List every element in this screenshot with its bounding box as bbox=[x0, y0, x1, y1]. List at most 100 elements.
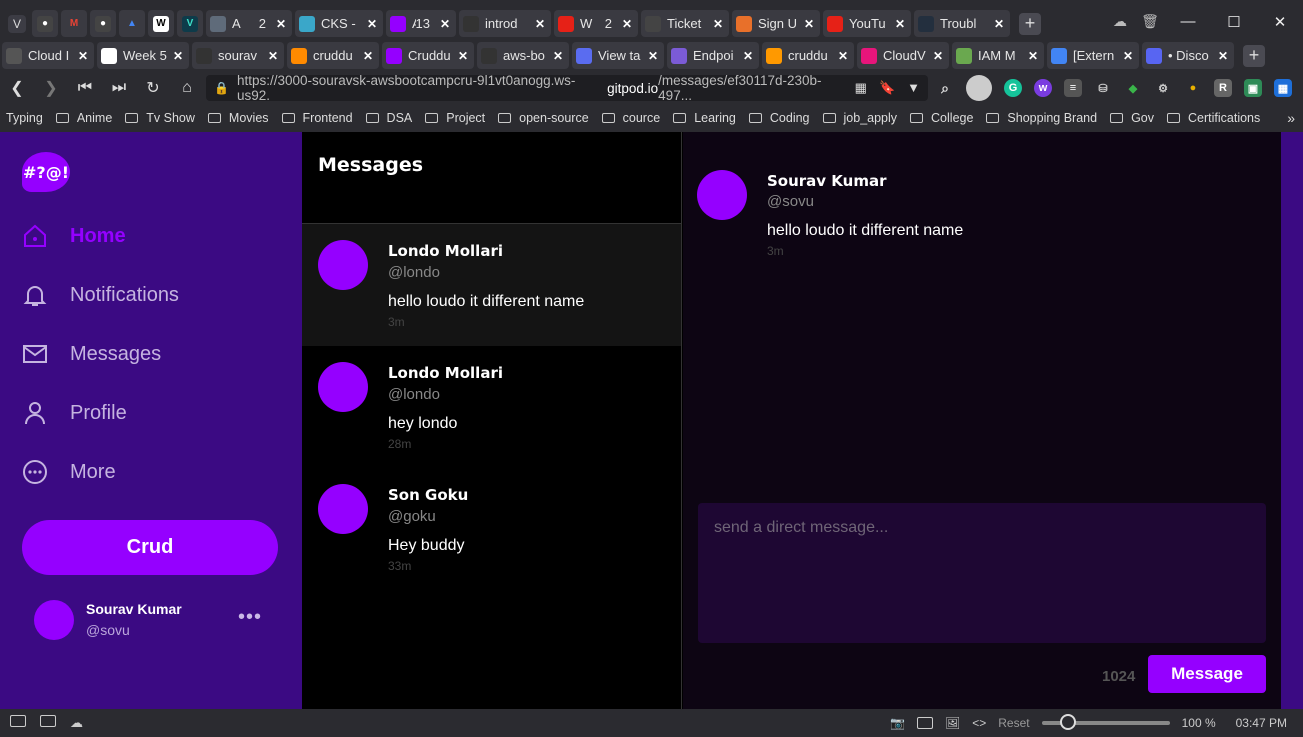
close-tab-icon[interactable]: ✕ bbox=[361, 49, 375, 63]
w-extension-icon[interactable]: w bbox=[1034, 79, 1052, 97]
reload-icon[interactable]: ↻ bbox=[136, 78, 170, 98]
browser-tab[interactable]: Troubl ✕ bbox=[914, 10, 1010, 37]
bookmark-item[interactable]: Coding bbox=[748, 111, 810, 125]
conversation-item[interactable]: Londo Mollari @londo hey londo 28m bbox=[302, 346, 681, 468]
message-author-name[interactable]: Sourav Kumar bbox=[767, 172, 887, 190]
rewind-icon[interactable]: ⏮ bbox=[68, 79, 102, 97]
close-tab-icon[interactable]: ✕ bbox=[1121, 49, 1135, 63]
bookmark-item[interactable]: Tv Show bbox=[125, 111, 195, 125]
new-tab-button[interactable]: + bbox=[1019, 12, 1041, 35]
browser-tab[interactable]: View ta ✕ bbox=[572, 42, 664, 69]
current-user-card[interactable]: Sourav Kumar @sovu ••• bbox=[34, 598, 284, 640]
send-message-button[interactable]: Message bbox=[1148, 655, 1266, 693]
bookmark-item[interactable]: Gov bbox=[1110, 111, 1154, 125]
camera-icon[interactable]: 📷 bbox=[890, 716, 905, 730]
close-tab-icon[interactable]: ✕ bbox=[893, 17, 907, 31]
close-tab-icon[interactable]: ✕ bbox=[931, 49, 945, 63]
nav-notifications[interactable]: Notifications bbox=[22, 277, 179, 313]
chrome-extension-icon[interactable]: ● bbox=[1184, 79, 1202, 97]
bookmark-item[interactable]: Anime bbox=[55, 111, 112, 125]
browser-tab[interactable]: A 2 ✕ bbox=[206, 10, 292, 37]
close-tab-icon[interactable]: ✕ bbox=[836, 49, 850, 63]
bookmark-item[interactable]: College bbox=[910, 111, 973, 125]
pinned-tab-github-2[interactable]: ● bbox=[90, 10, 116, 37]
close-tab-icon[interactable]: ✕ bbox=[646, 49, 660, 63]
bookmark-item[interactable]: job_apply bbox=[822, 111, 897, 125]
close-tab-icon[interactable]: ✕ bbox=[551, 49, 565, 63]
browser-tab[interactable]: CloudV ✕ bbox=[857, 42, 949, 69]
puzzle-extension-icon[interactable]: ▦ bbox=[1274, 79, 1292, 97]
close-tab-icon[interactable]: ✕ bbox=[266, 49, 280, 63]
close-tab-icon[interactable]: ✕ bbox=[171, 49, 185, 63]
close-tab-icon[interactable]: ✕ bbox=[741, 49, 755, 63]
r-extension-icon[interactable]: R bbox=[1214, 79, 1232, 97]
nav-profile[interactable]: Profile bbox=[22, 395, 127, 431]
browser-tab[interactable]: Ticket ✕ bbox=[641, 10, 729, 37]
bookmark-item[interactable]: Learing bbox=[673, 111, 736, 125]
close-tab-icon[interactable]: ✕ bbox=[456, 49, 470, 63]
zoom-slider-knob[interactable] bbox=[1059, 714, 1076, 730]
close-tab-icon[interactable]: ✕ bbox=[620, 17, 634, 31]
forward-icon[interactable]: ❯ bbox=[34, 78, 68, 98]
browser-tab[interactable]: Endpoi ✕ bbox=[667, 42, 759, 69]
browser-tab[interactable]: W 2 ✕ bbox=[554, 10, 638, 37]
pinned-tab-github[interactable]: ● bbox=[32, 10, 58, 37]
bookmarks-overflow-icon[interactable]: » bbox=[1287, 110, 1295, 126]
bookmark-item[interactable]: DSA bbox=[365, 111, 412, 125]
cloud-sync-icon[interactable]: ☁ bbox=[1105, 13, 1135, 30]
bookmark-item[interactable]: Project bbox=[425, 111, 485, 125]
close-tab-icon[interactable]: ✕ bbox=[274, 17, 288, 31]
browser-tab[interactable]: A13✕ bbox=[386, 10, 456, 37]
dropdown-arrow-icon[interactable]: ▼ bbox=[907, 80, 920, 96]
minimize-button[interactable]: — bbox=[1165, 13, 1211, 30]
browser-tab[interactable]: cruddu ✕ bbox=[762, 42, 854, 69]
bookmark-item[interactable]: Shopping Brand bbox=[986, 111, 1097, 125]
zoom-reset-button[interactable]: Reset bbox=[998, 716, 1029, 730]
user-more-icon[interactable]: ••• bbox=[238, 606, 262, 629]
bookmark-item[interactable]: Movies bbox=[207, 111, 269, 125]
qr-code-icon[interactable]: ▦ bbox=[855, 80, 867, 96]
fast-forward-icon[interactable]: ⏭ bbox=[102, 79, 136, 97]
conversation-item[interactable]: Son Goku @goku Hey buddy 33m bbox=[302, 468, 681, 590]
pinned-tab-gmail[interactable]: M bbox=[61, 10, 87, 37]
close-tab-icon[interactable]: ✕ bbox=[1216, 49, 1230, 63]
close-window-button[interactable]: ✕ bbox=[1257, 13, 1303, 31]
browser-tab[interactable]: introd ✕ bbox=[459, 10, 551, 37]
browser-tab[interactable]: Sign U ✕ bbox=[732, 10, 820, 37]
pinned-tab-vercel[interactable]: V bbox=[177, 10, 203, 37]
app-logo[interactable]: #?@! bbox=[22, 152, 70, 192]
avatar[interactable] bbox=[697, 170, 747, 220]
settings-extension-icon[interactable]: ⚙ bbox=[1154, 79, 1172, 97]
close-tab-icon[interactable]: ✕ bbox=[76, 49, 90, 63]
bookmark-item[interactable]: Certifications bbox=[1167, 111, 1260, 125]
browser-tab[interactable]: YouTu ✕ bbox=[823, 10, 911, 37]
browser-tab[interactable]: cruddu ✕ bbox=[287, 42, 379, 69]
close-tab-icon[interactable]: ✕ bbox=[802, 17, 816, 31]
panel-toggle-icon[interactable] bbox=[10, 715, 26, 727]
pinned-tab-drive[interactable]: ▲ bbox=[119, 10, 145, 37]
close-tab-icon[interactable]: ✕ bbox=[365, 17, 379, 31]
bookmark-item[interactable]: cource bbox=[601, 111, 660, 125]
search-icon[interactable]: ⌕ bbox=[936, 79, 954, 97]
browser-tab[interactable]: [Extern ✕ bbox=[1047, 42, 1139, 69]
nav-home[interactable]: Home bbox=[22, 218, 126, 254]
close-tab-icon[interactable]: ✕ bbox=[1026, 49, 1040, 63]
browser-tab[interactable]: sourav ✕ bbox=[192, 42, 284, 69]
zoom-slider[interactable] bbox=[1041, 714, 1170, 730]
nav-more[interactable]: More bbox=[22, 454, 116, 490]
browser-tab[interactable]: Cruddu ✕ bbox=[382, 42, 474, 69]
profile-avatar-icon[interactable] bbox=[966, 75, 992, 101]
home-page-icon[interactable]: ⌂ bbox=[170, 79, 204, 97]
bookmark-item[interactable]: open-source bbox=[498, 111, 589, 125]
notes-extension-icon[interactable]: ≡ bbox=[1064, 79, 1082, 97]
crud-button[interactable]: Crud bbox=[22, 520, 278, 575]
conversation-item[interactable]: Londo Mollari @londo hello loudo it differ… bbox=[302, 224, 681, 346]
incognito-icon[interactable]: ⛁ bbox=[1094, 79, 1112, 97]
close-tab-icon[interactable]: ✕ bbox=[992, 17, 1006, 31]
code-icon[interactable]: <> bbox=[972, 716, 986, 730]
new-tab-button-2[interactable]: + bbox=[1243, 44, 1265, 67]
cloud-icon[interactable]: ☁ bbox=[70, 715, 83, 731]
browser-tab[interactable]: • Disco ✕ bbox=[1142, 42, 1234, 69]
browser-tab[interactable]: IAM M ✕ bbox=[952, 42, 1044, 69]
browser-tab[interactable]: aws-bo ✕ bbox=[477, 42, 569, 69]
